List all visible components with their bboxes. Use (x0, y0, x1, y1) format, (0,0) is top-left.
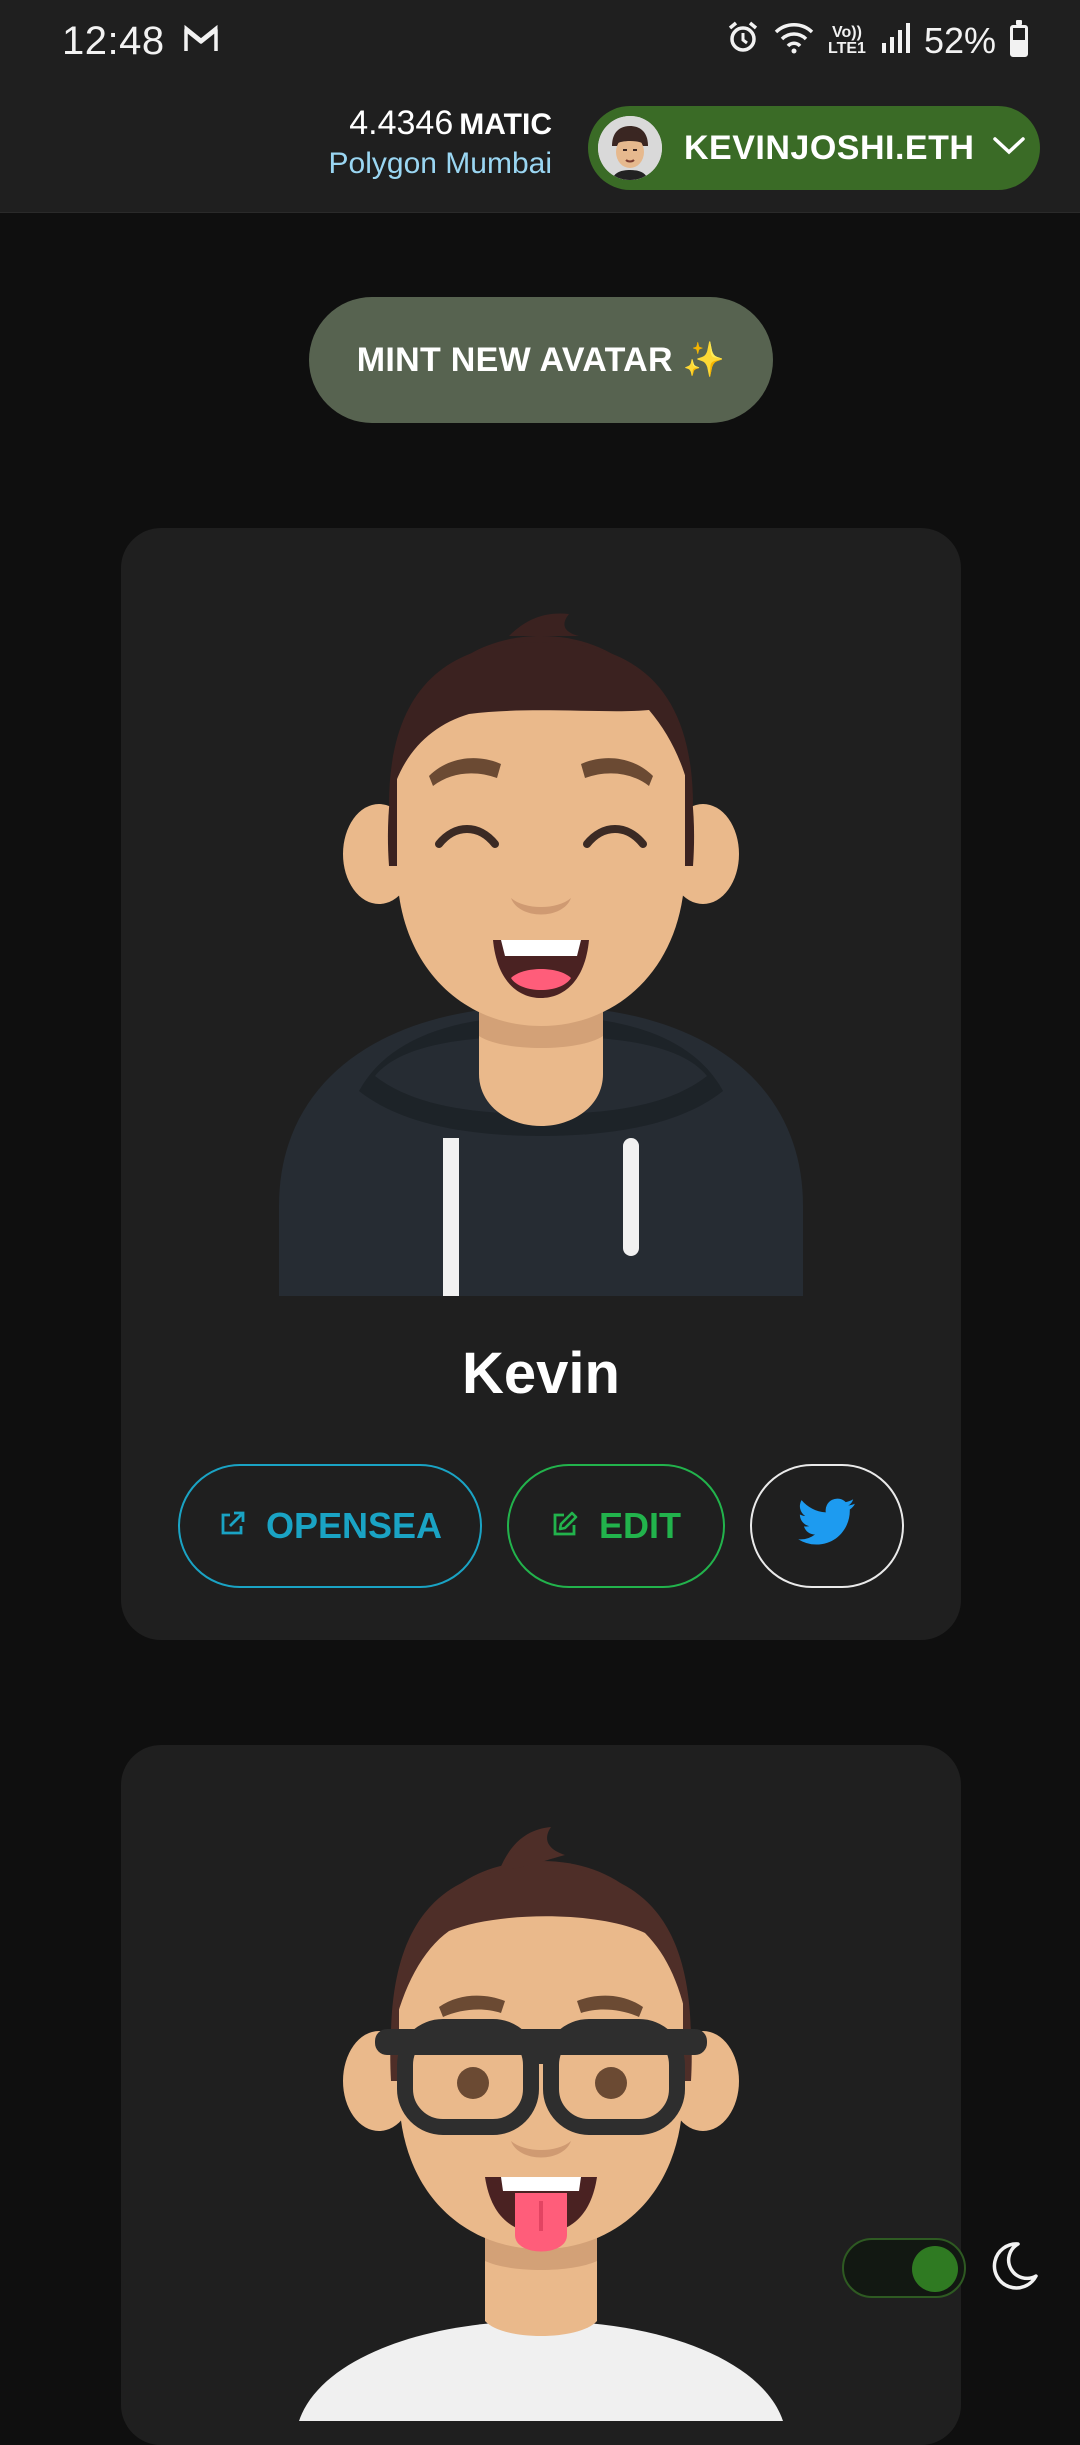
edit-button[interactable]: EDIT (507, 1464, 725, 1588)
avatar-card: Kevin OPENSEA EDIT (121, 528, 961, 1640)
network-name: Polygon Mumbai (328, 147, 552, 180)
status-left: 12:48 (62, 19, 219, 64)
gmail-icon (183, 24, 219, 59)
status-bar: 12:48 Vo)) LTE1 52% (0, 0, 1080, 82)
account-button[interactable]: KEVINJOSHI.ETH (588, 106, 1040, 190)
wallet-balance: 4.4346 MATIC Polygon Mumbai (329, 104, 552, 181)
signal-icon (880, 20, 910, 62)
app-header: 4.4346 MATIC Polygon Mumbai KEVINJOSHI.ET… (0, 82, 1080, 213)
avatar-illustration (279, 606, 803, 1301)
battery-percent: 52% (923, 20, 996, 61)
avatar-name: Kevin (462, 1341, 620, 1406)
chevron-down-icon (992, 136, 1026, 161)
twitter-bird-icon (798, 1498, 856, 1555)
theme-toggle[interactable] (842, 2238, 966, 2298)
balance-line: 4.4346 MATIC (329, 104, 552, 143)
external-link-icon (218, 1505, 246, 1547)
alarm-icon (726, 20, 760, 63)
avatar-card (121, 1745, 961, 2445)
status-time: 12:48 (62, 18, 165, 63)
toggle-knob (912, 2246, 958, 2292)
avatar-illustration (279, 1821, 803, 2426)
wifi-icon (774, 20, 814, 63)
balance-amount: 4.4346 (349, 104, 454, 142)
opensea-label: OPENSEA (265, 1505, 443, 1546)
balance-unit: MATIC (459, 108, 552, 141)
volte-bottom: LTE1 (828, 40, 866, 57)
pencil-icon (551, 1505, 579, 1547)
moon-icon (988, 2240, 1040, 2297)
account-avatar (598, 116, 662, 180)
opensea-button[interactable]: OPENSEA (178, 1464, 482, 1588)
volte-top: Vo)) (832, 24, 862, 41)
battery-icon (1010, 20, 1028, 57)
status-right: Vo)) LTE1 52% (726, 20, 1028, 63)
edit-label: EDIT (598, 1505, 681, 1546)
volte-indicator: Vo)) LTE1 (828, 25, 866, 57)
account-name: KEVINJOSHI.ETH (684, 128, 975, 167)
mint-avatar-button[interactable]: MINT NEW AVATAR ✨ (309, 297, 773, 423)
twitter-share-button[interactable] (750, 1464, 904, 1588)
